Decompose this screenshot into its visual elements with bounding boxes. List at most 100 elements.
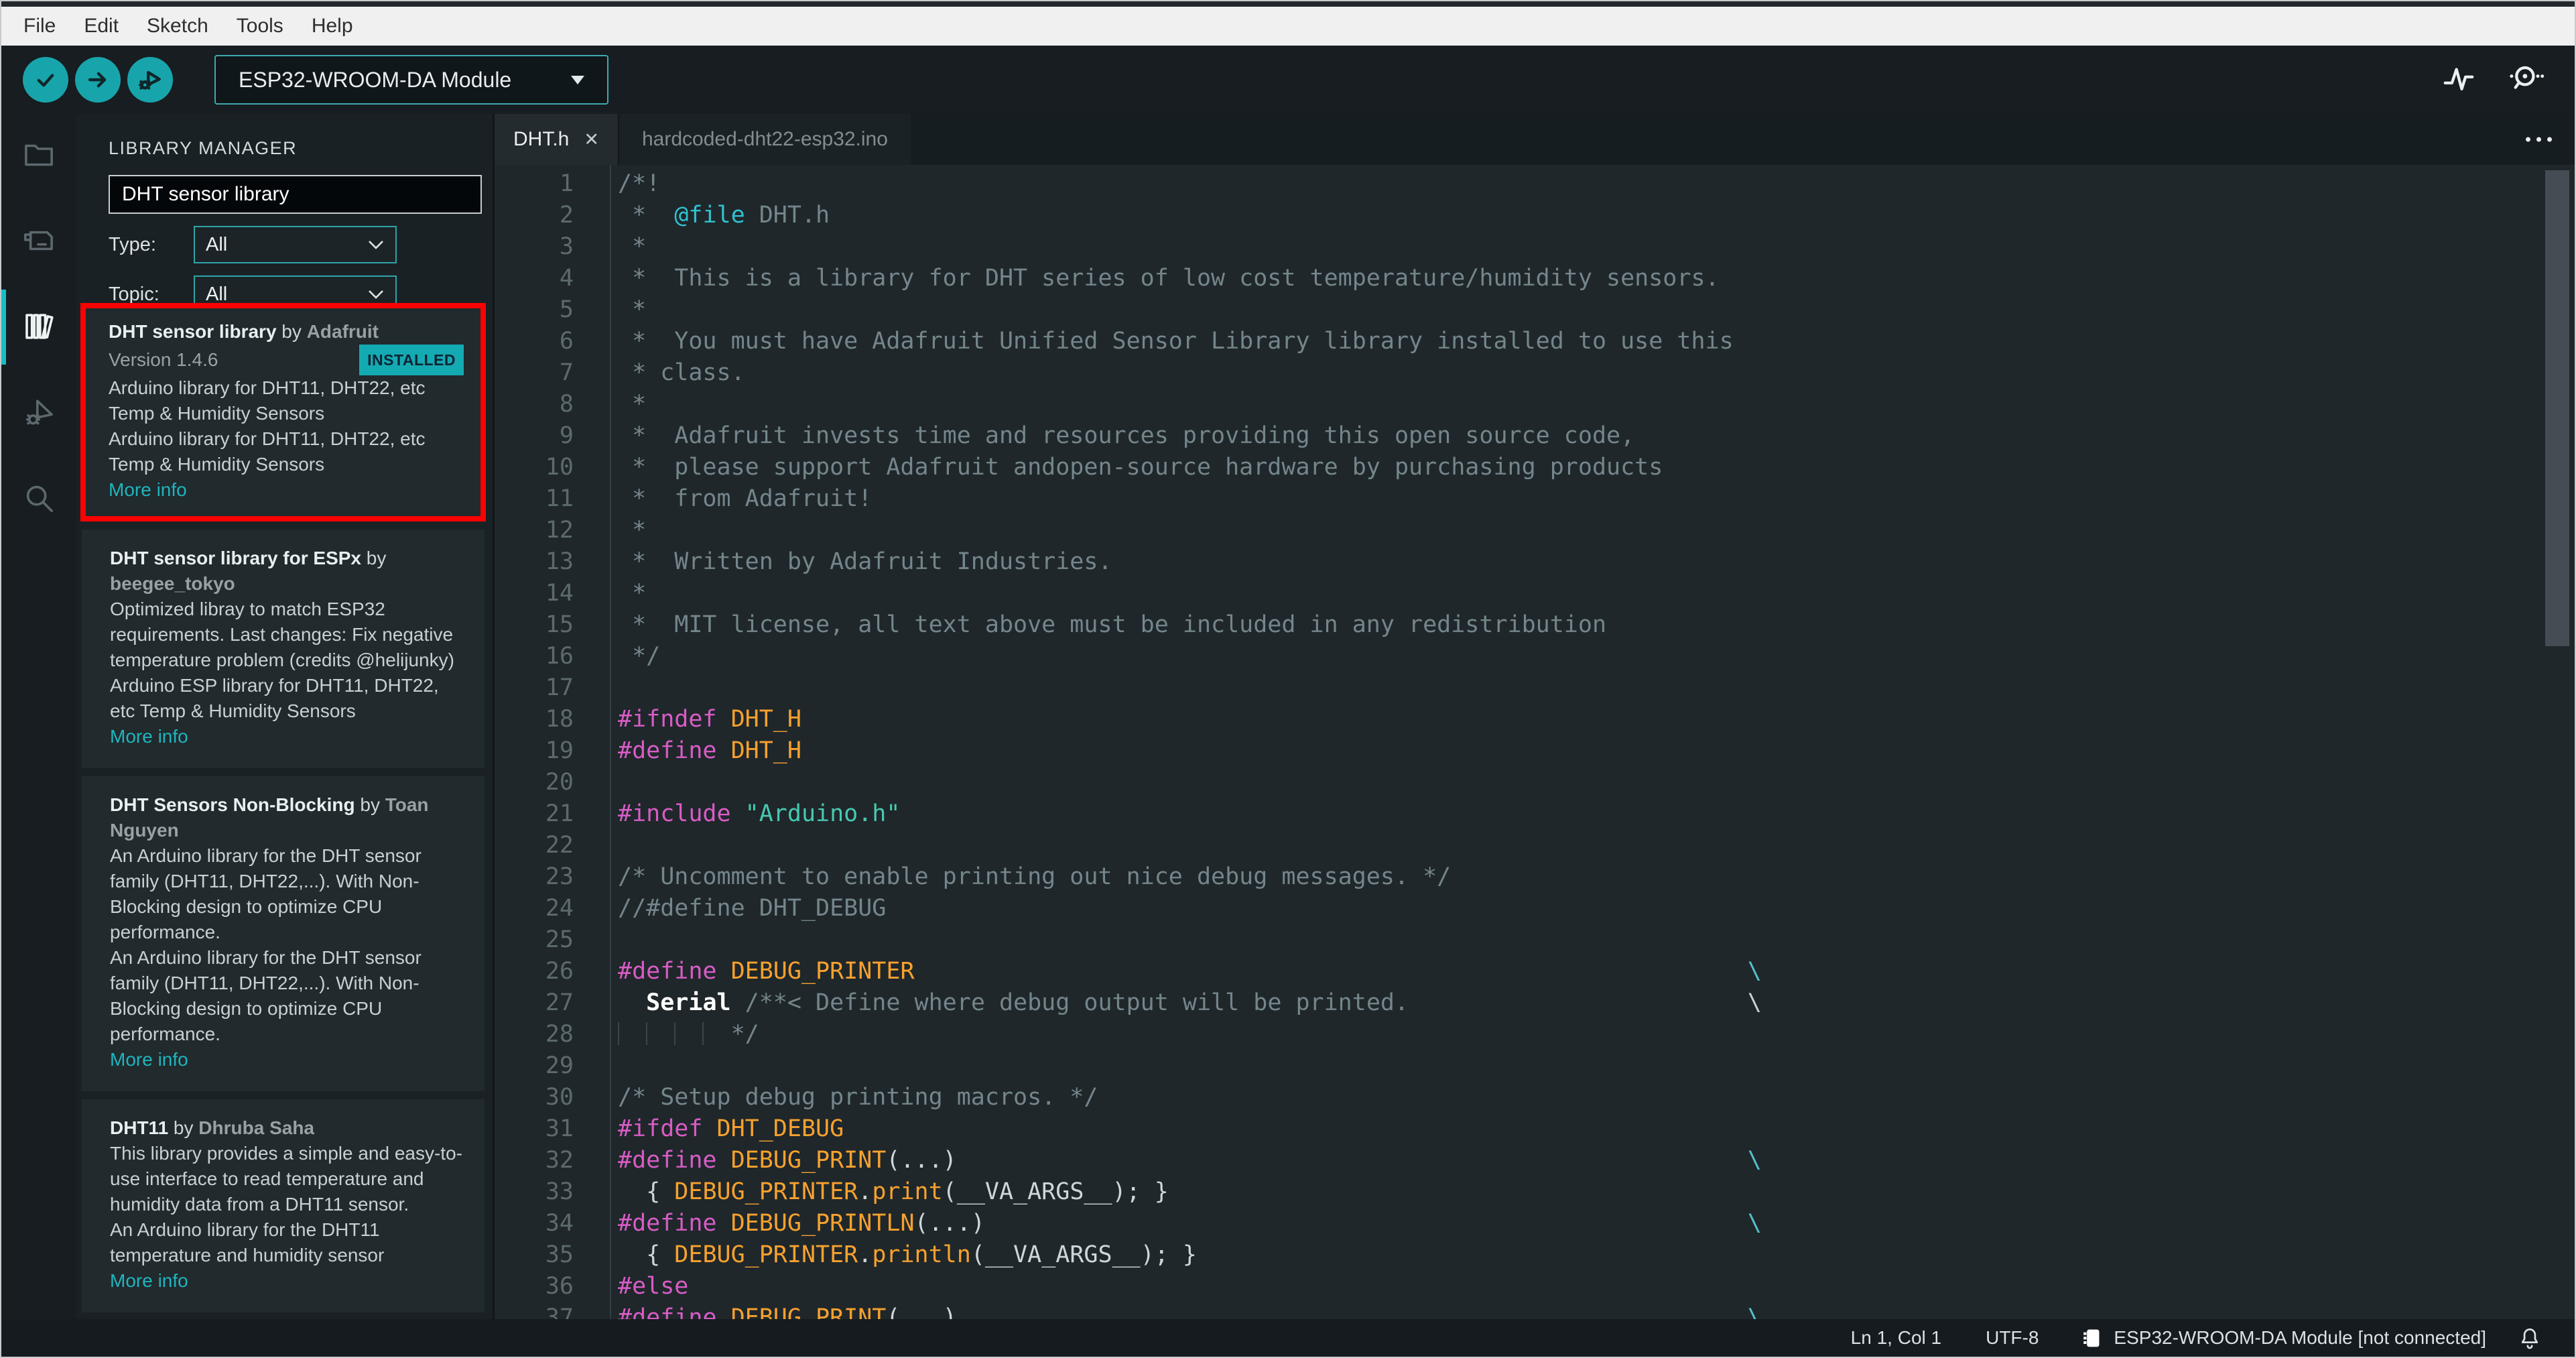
code-token: ); } bbox=[1112, 1178, 1169, 1205]
verify-button[interactable] bbox=[23, 57, 68, 103]
topic-select-value: All bbox=[206, 283, 228, 305]
code-line: 34 #define DEBUG_PRINTLN(...) \ bbox=[495, 1208, 2575, 1239]
debug-button[interactable] bbox=[127, 57, 173, 103]
description-line: Optimized libray to match ESP32 requirem… bbox=[110, 599, 454, 670]
search-input[interactable] bbox=[109, 175, 482, 214]
code-line: 2 * @file DHT.h bbox=[495, 200, 2575, 231]
check-icon bbox=[37, 74, 54, 87]
code-token: Serial bbox=[646, 989, 731, 1016]
more-info-link[interactable]: More info bbox=[110, 724, 188, 749]
code-token: * MIT license, all text above must be in… bbox=[618, 611, 1607, 638]
activity-sidebar bbox=[1, 114, 76, 1319]
code-token: */ bbox=[618, 643, 661, 670]
sidebar-item-library-manager[interactable] bbox=[1, 290, 76, 365]
more-info-link[interactable]: More info bbox=[110, 1268, 188, 1294]
scrollbar[interactable] bbox=[2545, 170, 2569, 646]
books-icon bbox=[25, 314, 54, 339]
menu-item-sketch[interactable]: Sketch bbox=[133, 15, 222, 38]
line-number: 28 bbox=[545, 1021, 574, 1048]
code-token: . bbox=[858, 1178, 873, 1205]
type-select[interactable]: All bbox=[194, 226, 397, 263]
serial-monitor-icon[interactable] bbox=[2508, 60, 2545, 100]
menu-item-edit[interactable]: Edit bbox=[70, 15, 133, 38]
code-token: #else bbox=[618, 1273, 689, 1300]
line-content: * please support Adafruit andopen-source… bbox=[618, 452, 2575, 483]
board-selector[interactable]: ESP32-WROOM-DA Module bbox=[214, 55, 608, 105]
code-token: ( bbox=[942, 1178, 957, 1205]
code-line: 21 #include "Arduino.h" bbox=[495, 798, 2575, 830]
line-number: 37 bbox=[545, 1304, 574, 1319]
library-manager-panel: LIBRARY MANAGER Type: All Topic: All DHT… bbox=[76, 114, 495, 1319]
line-number: 7 bbox=[559, 359, 574, 386]
description-line: An Arduino library for the DHT sensor fa… bbox=[110, 947, 422, 1044]
line-number: 12 bbox=[545, 517, 574, 544]
line-content: * bbox=[618, 515, 2575, 546]
code-line: 4 * This is a library for DHT series of … bbox=[495, 263, 2575, 294]
library-card[interactable]: DHT11 by Dhruba Saha This library provide… bbox=[82, 1099, 485, 1312]
menu-item-file[interactable]: File bbox=[9, 15, 70, 38]
line-content: * class. bbox=[618, 357, 2575, 389]
menu-item-help[interactable]: Help bbox=[298, 15, 367, 38]
code-token: * bbox=[618, 233, 647, 260]
code-token: /* Uncomment to enable printing out nice… bbox=[618, 863, 1452, 890]
sidebar-item-search[interactable] bbox=[1, 479, 76, 517]
library-author: Adafruit bbox=[306, 321, 379, 342]
library-card[interactable]: DHT Sensors Non-Blocking by Toan Nguyen A… bbox=[82, 776, 485, 1091]
installed-badge: INSTALLED bbox=[359, 345, 464, 375]
notifications-bell-icon[interactable] bbox=[2517, 1325, 2542, 1351]
serial-plotter-icon[interactable] bbox=[2441, 60, 2477, 100]
library-card-title: DHT Sensors Non-Blocking by Toan Nguyen bbox=[110, 792, 462, 843]
line-number: 3 bbox=[559, 233, 574, 260]
library-description: An Arduino library for the DHT sensor fa… bbox=[110, 843, 462, 1047]
more-actions-icon[interactable] bbox=[2526, 137, 2552, 142]
indent-guide bbox=[618, 1022, 646, 1045]
description-line: Arduino library for DHT11, DHT22, etc Te… bbox=[109, 377, 426, 424]
line-number: 22 bbox=[545, 832, 574, 859]
tab-DHT.h[interactable]: DHT.h ✕ bbox=[495, 114, 618, 165]
more-info-link[interactable]: More info bbox=[109, 477, 187, 503]
chevron-down-icon bbox=[571, 75, 584, 84]
tab-hardcoded-dht22-esp32.ino[interactable]: hardcoded-dht22-esp32.ino bbox=[617, 114, 911, 165]
line-content: /* Setup debug printing macros. */ bbox=[618, 1082, 2575, 1113]
code-line: 30 /* Setup debug printing macros. */ bbox=[495, 1082, 2575, 1113]
library-card[interactable]: DHT sensor library for ESPx by beegee_to… bbox=[82, 530, 485, 768]
close-icon[interactable]: ✕ bbox=[584, 129, 599, 150]
sidebar-item-boards-manager[interactable] bbox=[1, 221, 76, 260]
line-content: * You must have Adafruit Unified Sensor … bbox=[618, 326, 2575, 357]
board-selector-value: ESP32-WROOM-DA Module bbox=[239, 67, 512, 92]
code-line: 9 * Adafruit invests time and resources … bbox=[495, 420, 2575, 452]
indent-guide bbox=[646, 1022, 674, 1045]
line-number: 25 bbox=[545, 926, 574, 953]
line-continuation: \ bbox=[1747, 989, 1762, 1016]
line-number: 36 bbox=[545, 1273, 574, 1300]
code-token: DHT_H bbox=[730, 706, 801, 733]
library-description: This library provides a simple and easy-… bbox=[110, 1141, 462, 1268]
description-line: An Arduino library for the DHT sensor fa… bbox=[110, 845, 422, 942]
menu-item-tools[interactable]: Tools bbox=[222, 15, 298, 38]
line-content: * Written by Adafruit Industries. bbox=[618, 546, 2575, 578]
code-line: 13 * Written by Adafruit Industries. bbox=[495, 546, 2575, 578]
library-name: DHT11 bbox=[110, 1117, 169, 1138]
sidebar-item-debug[interactable] bbox=[1, 393, 76, 432]
line-number: 15 bbox=[545, 611, 574, 638]
code-editor[interactable]: 1/*! 2 * @file DHT.h 3 * 4 * This is a libr… bbox=[495, 165, 2575, 1319]
library-card-title: DHT sensor library for ESPx by beegee_to… bbox=[110, 546, 462, 597]
code-token: /* Setup debug printing macros. */ bbox=[618, 1084, 1098, 1111]
upload-button[interactable] bbox=[75, 57, 121, 103]
code-token: DHT.h bbox=[745, 202, 830, 229]
description-line: Arduino library for DHT11, DHT22, etc Te… bbox=[109, 428, 426, 475]
library-card[interactable]: DHT sensor library by Adafruit Version 1.… bbox=[80, 303, 486, 521]
library-description: Optimized libray to match ESP32 requirem… bbox=[110, 597, 462, 724]
sidebar-item-sketchbook[interactable] bbox=[1, 135, 76, 174]
more-info-link[interactable]: More info bbox=[110, 1047, 188, 1072]
debug-icon bbox=[139, 70, 161, 90]
line-content: /* Uncomment to enable printing out nice… bbox=[618, 861, 2575, 893]
code-token: * bbox=[618, 202, 675, 229]
code-token: println bbox=[872, 1241, 971, 1268]
board-status: ESP32-WROOM-DA Module [not connected] bbox=[2077, 1324, 2486, 1351]
code-line: 10 * please support Adafruit andopen-sou… bbox=[495, 452, 2575, 483]
code-line: 19 #define DHT_H bbox=[495, 735, 2575, 767]
